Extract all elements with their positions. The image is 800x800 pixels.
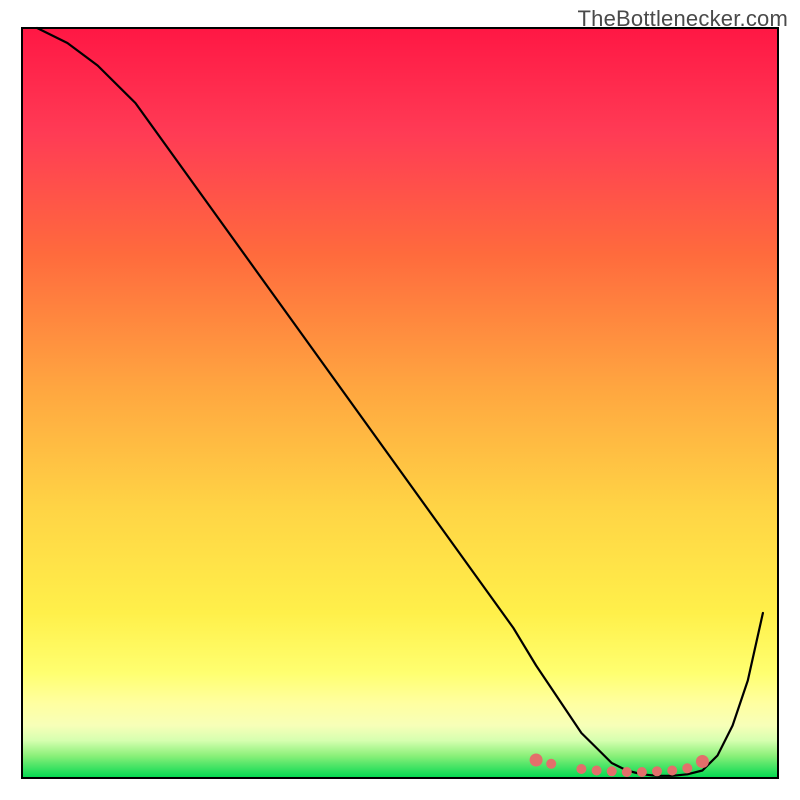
chart-container: TheBottlenecker.com (0, 0, 800, 800)
marker-dot (682, 763, 692, 773)
marker-dot (696, 755, 709, 768)
marker-dot (530, 754, 543, 767)
marker-dot (622, 767, 632, 777)
marker-dot (592, 766, 602, 776)
chart-svg (0, 0, 800, 800)
marker-dot (637, 767, 647, 777)
marker-dot (667, 766, 677, 776)
marker-dot (607, 766, 617, 776)
plot-background (22, 28, 778, 778)
marker-dot (652, 766, 662, 776)
marker-dot (546, 759, 556, 769)
watermark-text: TheBottlenecker.com (578, 6, 788, 32)
marker-dot (576, 764, 586, 774)
